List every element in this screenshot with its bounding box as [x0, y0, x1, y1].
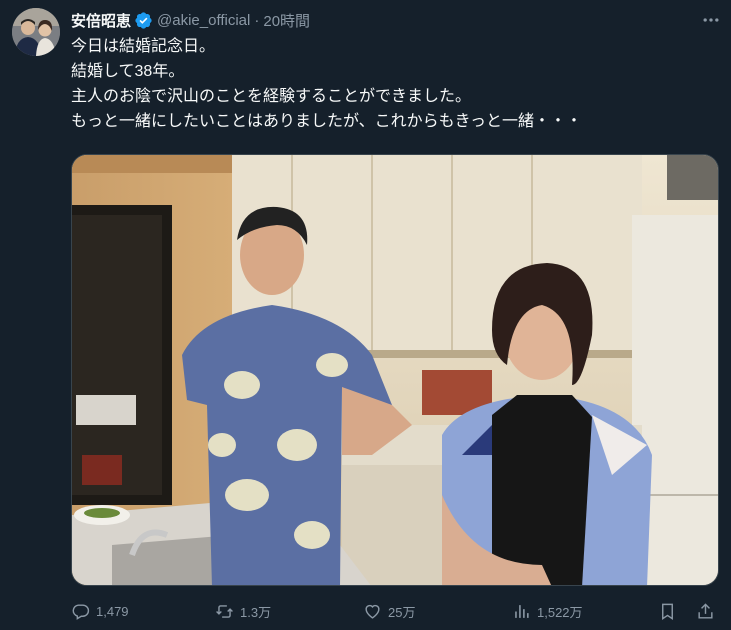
bookmark-icon: [662, 603, 673, 620]
share-button[interactable]: [696, 602, 721, 621]
tweet-line: 結婚して38年。: [71, 63, 185, 80]
like-count: 25万: [388, 605, 416, 620]
like-button[interactable]: 25万: [363, 602, 415, 621]
tweet-line: 今日は結婚記念日。: [71, 38, 216, 55]
share-icon: [698, 603, 713, 619]
more-icon: [703, 18, 719, 22]
display-name[interactable]: 安倍昭恵: [71, 10, 131, 31]
separator-dot: ·: [254, 11, 260, 29]
handle[interactable]: @akie_official: [157, 12, 250, 29]
views-button[interactable]: 1,522万: [512, 602, 583, 621]
avatar[interactable]: [12, 8, 60, 56]
repost-button[interactable]: 1.3万: [215, 602, 271, 621]
tweet-line: もっと一緒にしたいことはありましたが、これからもきっと一緒・・・: [71, 113, 583, 130]
action-bar: 1,479 1.3万 25万 1,522万: [71, 596, 721, 630]
tweet-text: 今日は結婚記念日。 結婚して38年。 主人のお陰で沢山のことを経験することができ…: [71, 34, 711, 134]
verified-icon: [135, 11, 152, 29]
bookmark-button[interactable]: [658, 602, 683, 621]
tweet-line: 主人のお陰で沢山のことを経験することができました。: [71, 88, 472, 105]
like-icon: [365, 604, 380, 619]
avatar-image: [12, 8, 60, 56]
repost-icon: [216, 605, 233, 618]
reply-count: 1,479: [96, 604, 129, 619]
views-count: 1,522万: [537, 605, 583, 620]
tweet-header: 安倍昭恵 @akie_official · 20時間: [71, 8, 310, 32]
repost-count: 1.3万: [240, 605, 272, 620]
views-icon: [515, 605, 529, 618]
tweet-photo[interactable]: [71, 154, 719, 586]
kitchen-photo: [72, 155, 718, 585]
reply-icon: [72, 604, 90, 620]
reply-button[interactable]: 1,479: [71, 602, 129, 621]
timestamp[interactable]: 20時間: [263, 10, 310, 31]
more-button[interactable]: [701, 10, 721, 30]
